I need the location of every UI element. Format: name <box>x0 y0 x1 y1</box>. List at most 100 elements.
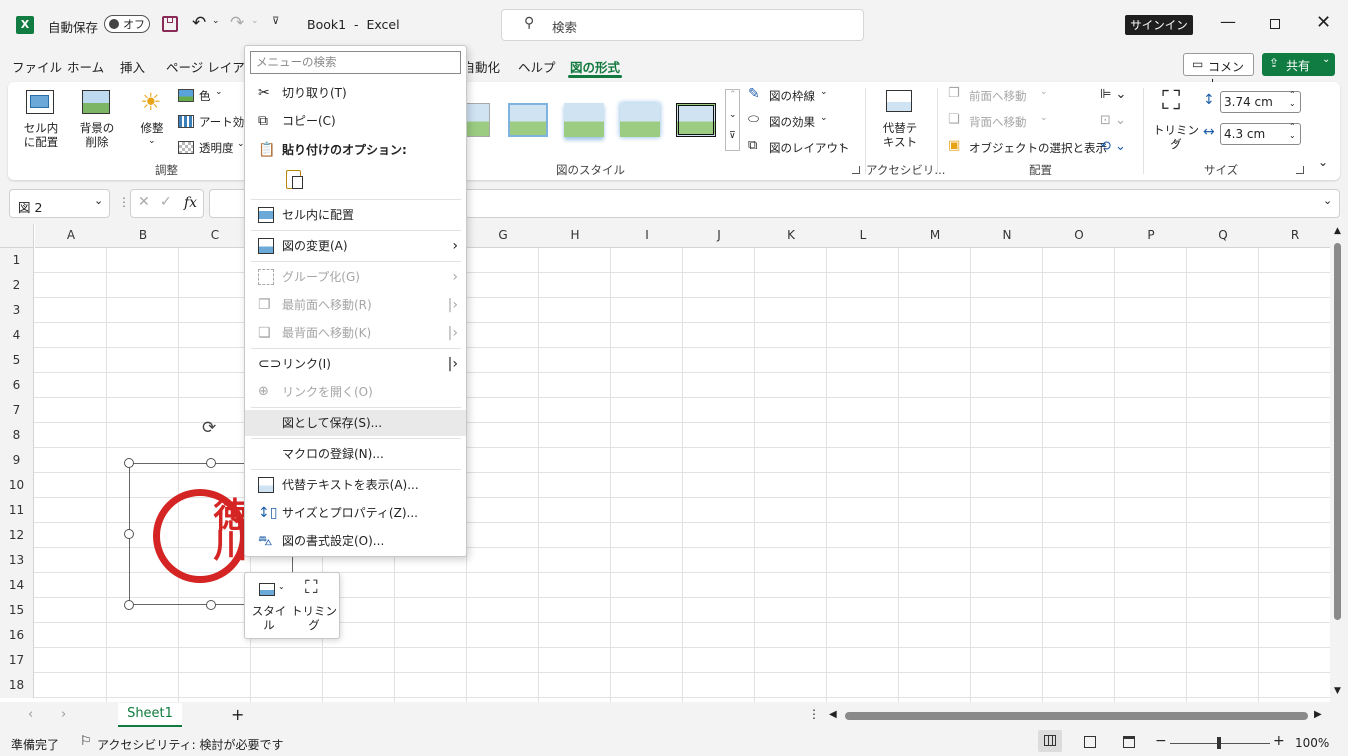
spin-up-icon[interactable]: ⌃ <box>1289 90 1296 99</box>
chevron-down-icon[interactable]: ⌄ <box>94 194 103 207</box>
row-header[interactable]: 5 <box>0 348 34 373</box>
zoom-in-icon[interactable]: + <box>1273 733 1285 749</box>
share-dropdown-icon[interactable]: ⌄ <box>1322 54 1330 65</box>
gallery-scroll[interactable]: ⌃ ⌄ ⊽ <box>725 89 740 151</box>
menu-item-place-in-cell[interactable]: セル内に配置 <box>245 202 466 228</box>
customize-qat-icon[interactable]: ⊽ <box>272 16 279 27</box>
column-header[interactable]: R <box>1259 224 1330 248</box>
vertical-scroll-thumb[interactable] <box>1334 243 1341 620</box>
menu-item-link[interactable]: ⊂⊃ リンク(I) |› <box>245 351 466 377</box>
tab-home[interactable]: ホーム <box>67 57 104 76</box>
row-header[interactable]: 1 <box>0 248 34 273</box>
row-header[interactable]: 6 <box>0 373 34 398</box>
column-header[interactable]: C <box>179 224 251 248</box>
menu-item-alt-text[interactable]: 代替テキストを表示(A)... <box>245 472 466 498</box>
expand-formula-icon[interactable]: ⌄ <box>1323 194 1332 207</box>
transparency-button[interactable]: 透明度 ⌄ <box>178 139 245 157</box>
resize-handle[interactable] <box>124 529 134 539</box>
picture-style-thumbnail[interactable] <box>620 103 660 137</box>
tab-help[interactable]: ヘルプ <box>518 57 556 76</box>
undo-icon[interactable]: ↶ <box>192 13 206 33</box>
scroll-down-icon[interactable]: ▼ <box>1334 686 1341 696</box>
align-icon[interactable]: ⊫ ⌄ <box>1100 87 1126 102</box>
resize-handle[interactable] <box>206 600 216 610</box>
scroll-up-icon[interactable]: ▲ <box>1334 226 1341 236</box>
color-button[interactable]: 色 ⌄ <box>178 87 238 105</box>
chevron-down-icon[interactable]: ⌄ <box>729 110 737 120</box>
prev-sheet-icon[interactable]: ‹ <box>28 707 33 722</box>
collapse-ribbon-icon[interactable]: ⌄ <box>1318 155 1328 169</box>
picture-style-thumbnail[interactable] <box>564 103 604 137</box>
row-header[interactable]: 15 <box>0 598 34 623</box>
picture-border-button[interactable]: ✎ 図の枠線 ⌄ <box>748 86 838 105</box>
picture-layout-button[interactable]: ⧉ 図のレイアウト ⌄ <box>748 138 850 157</box>
scroll-left-icon[interactable]: ◀ <box>829 709 837 720</box>
dialog-launcher-icon[interactable] <box>1296 166 1304 174</box>
page-layout-view-icon[interactable] <box>1084 736 1096 748</box>
row-header[interactable]: 10 <box>0 473 34 498</box>
picture-style-thumbnail[interactable] <box>508 103 548 137</box>
row-header[interactable]: 2 <box>0 273 34 298</box>
crop-button[interactable]: ⛶ トリミング ⌄ <box>1150 86 1202 154</box>
rotate-handle-icon[interactable]: ⟳ <box>202 418 216 438</box>
spin-down-icon[interactable]: ⌄ <box>1289 131 1296 140</box>
row-header[interactable]: 11 <box>0 498 34 523</box>
column-header[interactable]: M <box>899 224 971 248</box>
column-header[interactable]: A <box>35 224 107 248</box>
width-input[interactable]: 4.3 cm ⌃ ⌄ <box>1220 122 1301 145</box>
menu-item-copy[interactable]: ⧉ コピー(C) <box>245 108 466 134</box>
resize-handle[interactable] <box>206 458 216 468</box>
artistic-effects-button[interactable]: アート効果 <box>178 113 244 131</box>
menu-item-cut[interactable]: ✂ 切り取り(T) <box>245 80 466 106</box>
close-icon[interactable]: ✕ <box>1316 12 1331 33</box>
menu-item-save-as-picture[interactable]: 図として保存(S)... <box>245 410 466 436</box>
maximize-icon[interactable] <box>1270 19 1280 29</box>
spin-up-icon[interactable]: ⌃ <box>1289 122 1296 131</box>
spin-down-icon[interactable]: ⌄ <box>1289 99 1296 108</box>
worksheet-grid[interactable]: ABCDEFGHIJKLMNOPQR 123456789101112131415… <box>0 224 1330 702</box>
minimize-icon[interactable]: — <box>1220 12 1236 31</box>
tab-picture-format[interactable]: 図の形式 <box>570 57 620 76</box>
zoom-out-icon[interactable]: − <box>1155 733 1167 749</box>
insert-function-icon[interactable]: fx <box>184 195 197 211</box>
signin-button[interactable]: サインイン <box>1125 15 1193 35</box>
row-header[interactable]: 4 <box>0 323 34 348</box>
tab-insert[interactable]: 挿入 <box>120 57 145 76</box>
remove-background-button[interactable]: 背景の 削除 <box>74 88 120 154</box>
row-header[interactable]: 18 <box>0 673 34 698</box>
page-break-view-icon[interactable] <box>1123 736 1135 748</box>
more-styles-icon[interactable]: ⊽ <box>729 131 736 141</box>
chevron-up-icon[interactable]: ⌃ <box>729 90 737 100</box>
column-header[interactable]: P <box>1115 224 1187 248</box>
accessibility-icon[interactable]: ⚐ <box>80 734 92 749</box>
column-header[interactable]: L <box>827 224 899 248</box>
column-header[interactable]: Q <box>1187 224 1259 248</box>
select-all-corner[interactable] <box>0 224 34 248</box>
selection-pane-button[interactable]: ▣ オブジェクトの選択と表示 <box>948 138 1107 157</box>
horizontal-scroll-thumb[interactable] <box>845 712 1308 720</box>
column-header[interactable]: K <box>755 224 827 248</box>
column-header[interactable]: J <box>683 224 755 248</box>
corrections-button[interactable]: ☀ 修整 ⌄ <box>132 88 172 154</box>
menu-item-assign-macro[interactable]: マクロの登録(N)... <box>245 441 466 467</box>
name-box[interactable]: 図 2 ⌄ <box>9 189 110 218</box>
scroll-right-icon[interactable]: ▶ <box>1314 709 1322 720</box>
column-header[interactable]: O <box>1043 224 1115 248</box>
row-header[interactable]: 7 <box>0 398 34 423</box>
row-header[interactable]: 3 <box>0 298 34 323</box>
tab-automate[interactable]: 自動化 <box>468 57 500 76</box>
row-header[interactable]: 14 <box>0 573 34 598</box>
add-sheet-icon[interactable]: + <box>231 705 244 724</box>
menu-search-input[interactable]: メニューの検索 <box>250 51 461 74</box>
next-sheet-icon[interactable]: › <box>61 707 66 722</box>
sheet-tab-sheet1[interactable]: Sheet1 <box>118 703 182 727</box>
accessibility-status[interactable]: アクセシビリティ: 検討が必要です <box>97 736 284 753</box>
rotate-icon[interactable]: ⟲ ⌄ <box>1100 139 1126 154</box>
dialog-launcher-icon[interactable] <box>852 166 860 174</box>
mini-crop-button[interactable]: ⛶ トリミング <box>290 577 338 632</box>
row-header[interactable]: 17 <box>0 648 34 673</box>
undo-dropdown-icon[interactable]: ⌄ <box>212 16 220 26</box>
place-in-cell-button[interactable]: セル内 に配置 <box>18 88 64 154</box>
resize-handle[interactable] <box>124 600 134 610</box>
save-icon[interactable] <box>162 16 178 32</box>
